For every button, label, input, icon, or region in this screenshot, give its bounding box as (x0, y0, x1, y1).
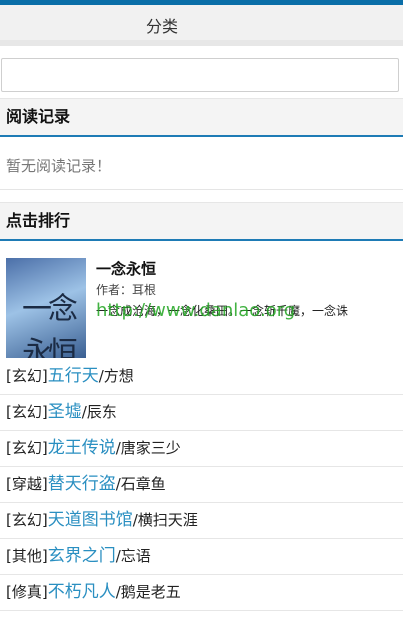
book-cover-image[interactable]: 一念永恒 (6, 258, 86, 358)
book-category: [玄幻] (6, 439, 48, 457)
book-author: /鹅是老五 (115, 583, 181, 601)
search-input[interactable] (1, 58, 399, 92)
featured-book[interactable]: 一念永恒 一念永恒 作者：耳根 一念成沧海，一念化桑田。一念斩千魔，一念诛 ht… (0, 241, 403, 359)
book-category: [修真] (6, 583, 48, 601)
book-title-link[interactable]: 不朽凡人 (48, 582, 116, 602)
ranking-list-item: [玄幻]龙王传说/唐家三少 (0, 431, 403, 467)
reading-history-section: 阅读记录 暂无阅读记录！ (0, 98, 403, 190)
ranking-list: [玄幻]五行天/方想 [玄幻]圣墟/辰东 [玄幻]龙王传说/唐家三少 [穿越]替… (0, 359, 403, 611)
search-bar (0, 40, 403, 98)
ranking-list-item: [修真]不朽凡人/鹅是老五 (0, 575, 403, 611)
book-title-link[interactable]: 天道图书馆 (48, 510, 133, 530)
book-category: [玄幻] (6, 403, 48, 421)
book-author: /辰东 (81, 403, 117, 421)
category-link[interactable]: 分类 (146, 13, 178, 37)
featured-book-author: 作者：耳根 (96, 283, 157, 297)
ranking-section: 点击排行 一念永恒 一念永恒 作者：耳根 一念成沧海，一念化桑田。一念斩千魔，一… (0, 202, 403, 611)
reading-history-empty: 暂无阅读记录！ (0, 137, 403, 190)
ranking-list-item: [穿越]替天行盗/石章鱼 (0, 467, 403, 503)
ranking-list-item: [其他]玄界之门/忘语 (0, 539, 403, 575)
ranking-list-item: [玄幻]圣墟/辰东 (0, 395, 403, 431)
ranking-heading: 点击排行 (0, 202, 403, 241)
ranking-list-item: [玄幻]天道图书馆/横扫天涯 (0, 503, 403, 539)
book-author: /横扫天涯 (132, 511, 198, 529)
book-author: /方想 (98, 367, 134, 385)
cover-title-text: 一念永恒 (22, 292, 78, 358)
book-category: [玄幻] (6, 511, 48, 529)
reading-history-heading: 阅读记录 (0, 98, 403, 137)
book-author: /忘语 (115, 547, 151, 565)
book-title-link[interactable]: 龙王传说 (48, 438, 116, 458)
watermark-url: http://www.danlao.org (96, 300, 296, 321)
book-title-link[interactable]: 替天行盗 (48, 474, 116, 494)
top-nav-bar: 分类 (0, 0, 403, 40)
book-category: [其他] (6, 547, 48, 565)
book-category: [穿越] (6, 475, 48, 493)
book-title-link[interactable]: 五行天 (48, 366, 99, 386)
book-author: /唐家三少 (115, 439, 181, 457)
book-title-link[interactable]: 圣墟 (48, 402, 82, 422)
book-title-link[interactable]: 玄界之门 (48, 546, 116, 566)
ranking-list-item: [玄幻]五行天/方想 (0, 359, 403, 395)
section-gap (0, 190, 403, 202)
book-author: /石章鱼 (115, 475, 166, 493)
featured-book-title[interactable]: 一念永恒 (96, 258, 156, 279)
book-category: [玄幻] (6, 367, 48, 385)
